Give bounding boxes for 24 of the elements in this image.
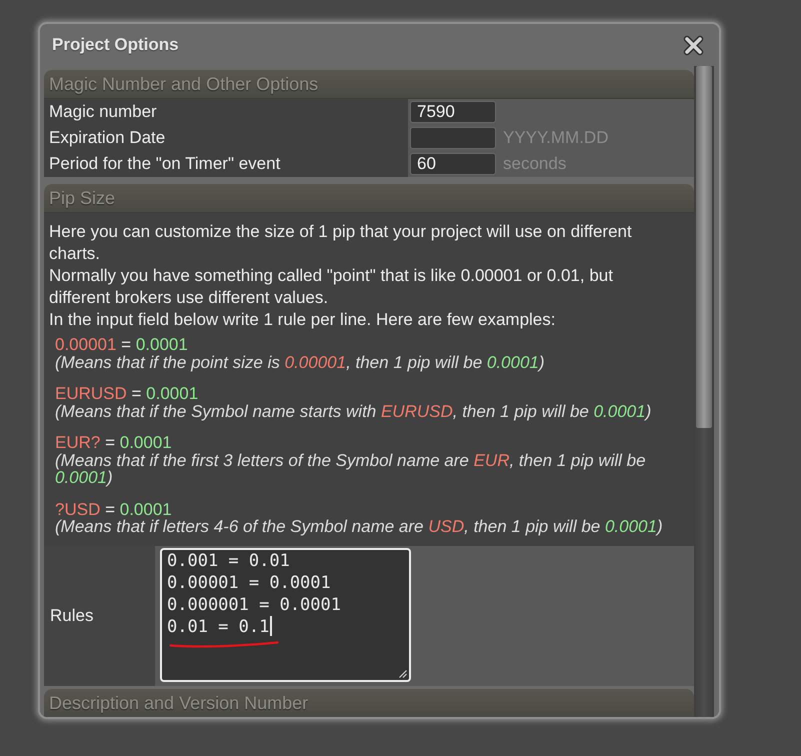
example-explanation: (Means that if the first 3 letters of the Symbol name are EUR, then 1 pip will be 0.0001) bbox=[55, 452, 647, 486]
example-rule: EUR? = 0.0001 bbox=[55, 434, 173, 452]
example-rule: EURUSD = 0.0001 bbox=[55, 385, 200, 402]
example-explanation: (Means that if the point size is 0.00001, then 1 pip will be 0.0001) bbox=[55, 354, 546, 371]
scrollbar-thumb[interactable] bbox=[696, 66, 712, 428]
input-field[interactable]: 60 bbox=[410, 153, 496, 175]
help-text: Normally you have something called "point" that is like 0.00001 or 0.01, but different brokers use different values. bbox=[49, 265, 614, 309]
field-label: Rules bbox=[44, 546, 155, 686]
example-rule: 0.00001 = 0.0001 bbox=[55, 336, 189, 354]
help-text: Here you can customize the size of 1 pip that your project will use on different charts. bbox=[49, 221, 633, 265]
input-field[interactable] bbox=[410, 127, 496, 149]
window-title: Project Options bbox=[52, 35, 179, 55]
close-icon[interactable] bbox=[683, 34, 704, 56]
resize-grip-icon[interactable] bbox=[399, 670, 407, 678]
input-field[interactable]: 7590 bbox=[410, 101, 496, 123]
help-text: In the input field below write 1 rule per line. Here are few examples: bbox=[49, 309, 556, 331]
field-label: Magic number bbox=[44, 99, 408, 125]
field-label: Expiration Date bbox=[44, 125, 408, 151]
example-explanation: (Means that if the Symbol name starts with EURUSD, then 1 pip will be 0.0001) bbox=[55, 402, 652, 420]
example-rule: ?USD = 0.0001 bbox=[55, 500, 173, 518]
field-label: Period for the "on Timer" event bbox=[44, 151, 408, 177]
scrollbar[interactable] bbox=[694, 66, 714, 717]
rules-field[interactable]: 0.001 = 0.01 0.00001 = 0.0001 0.000001 = 0.0001 0.01 = 0.1 bbox=[160, 548, 411, 682]
example-explanation: (Means that if letters 4-6 of the Symbol name are USD, then 1 pip will be 0.0001) bbox=[55, 518, 664, 536]
